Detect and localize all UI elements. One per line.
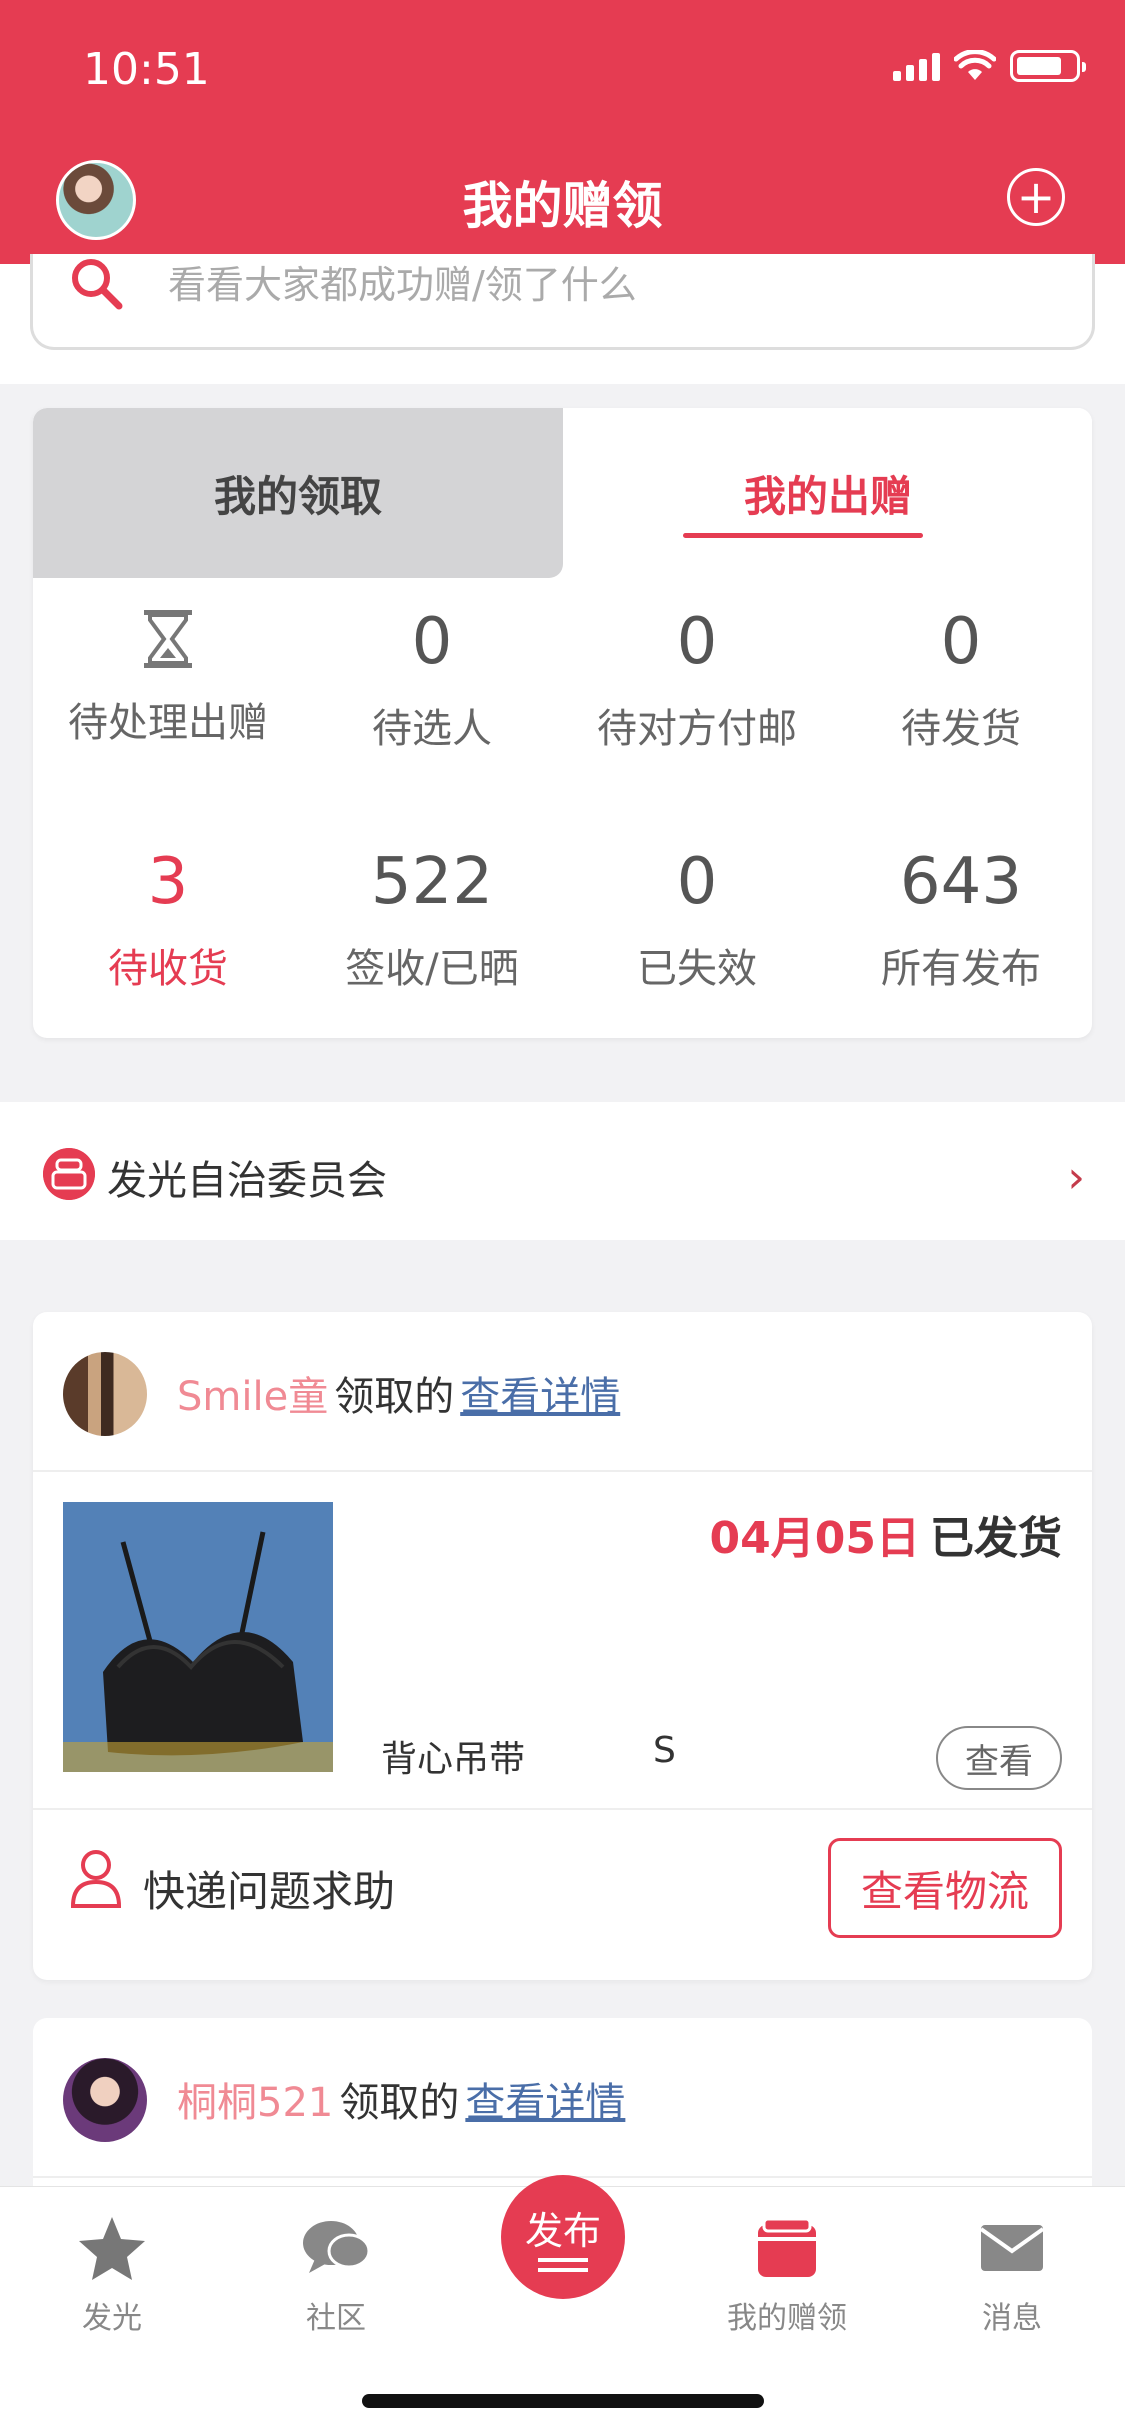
publish-icon <box>538 2258 588 2262</box>
search-area: 看看大家都成功赠/领了什么 <box>0 254 1125 384</box>
committee-label: 发光自治委员会 <box>107 1158 387 1204</box>
stat-label: 已失效 <box>637 946 757 992</box>
tab-community[interactable]: 社区 <box>256 2215 416 2337</box>
username[interactable]: Smile童 <box>177 1374 328 1420</box>
order-card: Smile童 领取的 查看详情 04月05日 已发货 背心吊带 S 查看 快递问题求助… <box>33 1312 1092 1980</box>
page-title: 我的赠领 <box>462 177 663 235</box>
header: 10:51 我的赠领 + <box>0 0 1125 264</box>
gift-box-icon <box>758 2217 816 2277</box>
stat-label: 所有发布 <box>881 946 1041 992</box>
add-button[interactable]: + <box>1007 168 1065 226</box>
stat-value: 522 <box>370 845 494 919</box>
stat-value: 0 <box>940 605 982 679</box>
view-details-link[interactable]: 查看详情 <box>460 1374 620 1420</box>
wifi-icon <box>954 50 996 80</box>
status-icons <box>893 50 1086 82</box>
stat-signed[interactable]: 522 签收/已晒 <box>300 850 564 994</box>
stat-pending-ship[interactable]: 0 待发货 <box>829 610 1092 754</box>
plus-circle-icon: + <box>1016 170 1056 224</box>
chevron-right-icon: › <box>1067 1152 1085 1203</box>
tab-underline <box>683 533 923 538</box>
battery-icon <box>1010 50 1086 82</box>
search-input[interactable]: 看看大家都成功赠/领了什么 <box>30 254 1095 350</box>
stat-label: 待选人 <box>372 706 492 752</box>
order-header-text: 桐桐521 领取的 查看详情 <box>177 2070 625 2128</box>
status-text: 已发货 <box>930 1513 1062 1564</box>
committee-row[interactable]: 发光自治委员会 › <box>0 1102 1125 1240</box>
stat-label: 待对方付邮 <box>597 706 797 752</box>
tab-label: 发光 <box>82 2301 142 2336</box>
stat-pending-postage[interactable]: 0 待对方付邮 <box>565 610 829 754</box>
envelope-icon <box>979 2225 1045 2271</box>
person-icon <box>70 1850 122 1908</box>
product-name: 背心吊带 <box>381 1739 526 1780</box>
tab-my-gifts[interactable]: 我的赠领 <box>707 2215 867 2337</box>
stat-pending-receive[interactable]: 3 待收货 <box>36 850 300 994</box>
tab-label: 社区 <box>306 2301 366 2336</box>
stat-expired[interactable]: 0 已失效 <box>565 850 829 994</box>
ship-date: 04月05日 <box>709 1513 920 1564</box>
user-avatar[interactable] <box>63 2058 147 2142</box>
signal-icon <box>893 51 940 81</box>
order-header-text: Smile童 领取的 查看详情 <box>177 1364 620 1422</box>
stat-all-published[interactable]: 643 所有发布 <box>829 850 1092 994</box>
stat-value: 643 <box>899 845 1023 919</box>
stat-label: 待收货 <box>108 946 228 992</box>
view-logistics-button[interactable]: 查看物流 <box>828 1838 1062 1938</box>
stat-label: 待处理出赠 <box>68 700 268 746</box>
shipping-status: 04月05日 已发货 <box>710 1502 1062 1566</box>
status-time: 10:51 <box>83 44 210 95</box>
stat-value: 0 <box>411 605 453 679</box>
search-placeholder: 看看大家都成功赠/领了什么 <box>168 263 637 307</box>
view-details-link[interactable]: 查看详情 <box>465 2080 625 2126</box>
hourglass-icon <box>144 610 192 668</box>
product-size: S <box>653 1730 676 1771</box>
tab-messages[interactable]: 消息 <box>932 2215 1092 2337</box>
publish-label: 发布 <box>524 2209 601 2253</box>
tab-label: 消息 <box>982 2301 1042 2336</box>
tab-glow[interactable]: 发光 <box>32 2215 192 2337</box>
publish-button[interactable]: 发布 <box>501 2175 625 2299</box>
order-header: Smile童 领取的 查看详情 <box>33 1312 1092 1472</box>
action-text: 领取的 <box>334 1374 455 1420</box>
chat-bubbles-icon <box>303 2221 371 2273</box>
stat-value: 0 <box>676 605 718 679</box>
view-button[interactable]: 查看 <box>936 1726 1062 1790</box>
stats-card: 我的领取 我的出赠 待处理出赠 0 待选人 0 待对方付邮 0 待发货 3 待收… <box>33 408 1092 1038</box>
order-header: 桐桐521 领取的 查看详情 <box>33 2018 1092 2178</box>
committee-icon <box>43 1148 95 1200</box>
action-text: 领取的 <box>339 2080 460 2126</box>
stat-pending-select[interactable]: 0 待选人 <box>300 610 564 754</box>
user-avatar[interactable] <box>63 1352 147 1436</box>
stat-value: 0 <box>676 845 718 919</box>
star-icon <box>79 2217 145 2280</box>
stat-label: 签收/已晒 <box>345 946 519 992</box>
username[interactable]: 桐桐521 <box>177 2080 333 2126</box>
divider <box>33 1808 1092 1810</box>
delivery-help-link[interactable]: 快递问题求助 <box>143 1858 395 1919</box>
tab-my-give[interactable]: 我的出赠 <box>563 408 1092 578</box>
stat-pending-give[interactable]: 待处理出赠 <box>36 608 300 748</box>
product-image[interactable] <box>63 1502 333 1772</box>
search-icon <box>72 259 123 310</box>
stat-label: 待发货 <box>901 706 1021 752</box>
tab-my-receive[interactable]: 我的领取 <box>33 408 563 578</box>
stat-value: 3 <box>147 845 189 919</box>
tab-label: 我的赠领 <box>727 2301 847 2336</box>
home-indicator <box>362 2394 764 2408</box>
